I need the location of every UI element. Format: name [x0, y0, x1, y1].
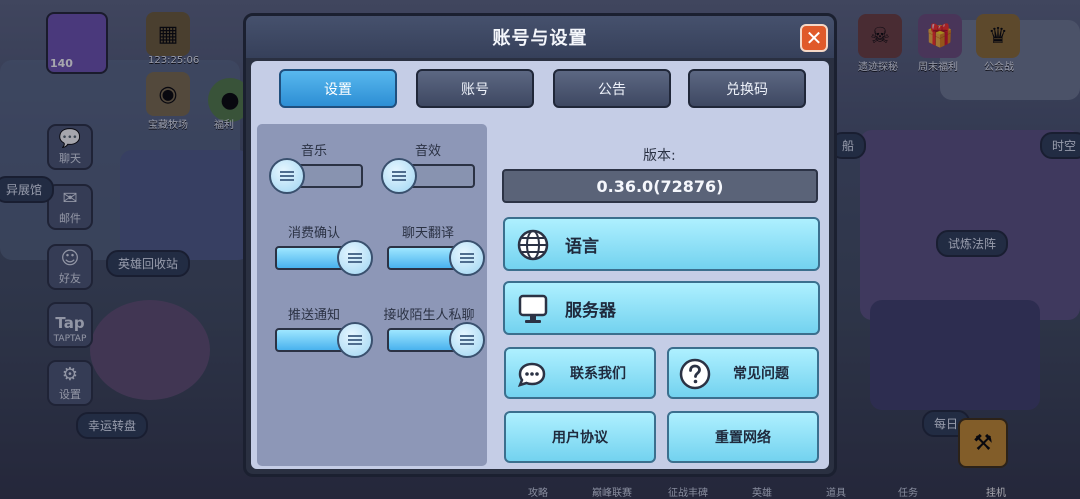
close-icon: ✕: [805, 26, 823, 50]
toggle-knob[interactable]: [337, 322, 373, 358]
contact-us-label: 联系我们: [570, 366, 626, 382]
push-notify-toggle[interactable]: [275, 322, 373, 358]
globe-icon: [517, 229, 549, 261]
language-label: 语言: [565, 236, 599, 257]
dialog-body: 设置 账号 公告 兑换码 音乐 音效 消费确认 聊天翻译 推送通知 接收陌生人私…: [251, 61, 829, 469]
music-toggle[interactable]: [269, 158, 363, 194]
dialog-title: 账号与设置: [492, 28, 588, 49]
tab-announcements[interactable]: 公告: [553, 69, 671, 108]
purchase-confirm-label: 消费确认: [287, 226, 340, 241]
toggle-knob[interactable]: [449, 240, 485, 276]
user-agreement-button[interactable]: 用户协议: [504, 411, 656, 463]
server-label: 服务器: [565, 300, 616, 321]
settings-toggle-panel: 音乐 音效 消费确认 聊天翻译 推送通知 接收陌生人私聊: [257, 124, 487, 466]
toggle-knob[interactable]: [337, 240, 373, 276]
version-value: 0.36.0(72876): [502, 169, 818, 203]
push-notify-label: 推送通知: [287, 308, 340, 323]
chat-translate-toggle[interactable]: [387, 240, 485, 276]
server-button[interactable]: 服务器: [503, 281, 820, 335]
stranger-chat-label: 接收陌生人私聊: [383, 308, 475, 323]
purchase-confirm-toggle[interactable]: [275, 240, 373, 276]
tab-account[interactable]: 账号: [416, 69, 534, 108]
question-icon: [679, 358, 711, 390]
sfx-toggle[interactable]: [381, 158, 475, 194]
sfx-label: 音效: [414, 144, 441, 159]
dialog-title-bar: 账号与设置 ✕: [246, 16, 834, 58]
tab-settings[interactable]: 设置: [279, 69, 397, 108]
close-button[interactable]: ✕: [800, 24, 828, 52]
faq-button[interactable]: 常见问题: [667, 347, 819, 399]
monitor-icon: [518, 294, 548, 323]
version-label: 版本:: [643, 148, 676, 164]
chat-bubble-icon: [517, 362, 546, 387]
chat-translate-label: 聊天翻译: [401, 226, 454, 241]
language-button[interactable]: 语言: [503, 217, 820, 271]
toggle-knob[interactable]: [449, 322, 485, 358]
reset-network-button[interactable]: 重置网络: [667, 411, 819, 463]
faq-label: 常见问题: [733, 366, 789, 382]
toggle-knob[interactable]: [381, 158, 417, 194]
account-settings-dialog: 账号与设置 ✕ 设置 账号 公告 兑换码 音乐 音效 消费确认 聊天翻译 推送通…: [243, 13, 837, 477]
tab-redeem-code[interactable]: 兑换码: [688, 69, 806, 108]
contact-us-button[interactable]: 联系我们: [504, 347, 656, 399]
toggle-knob[interactable]: [269, 158, 305, 194]
music-label: 音乐: [300, 144, 327, 159]
stranger-chat-toggle[interactable]: [387, 322, 485, 358]
